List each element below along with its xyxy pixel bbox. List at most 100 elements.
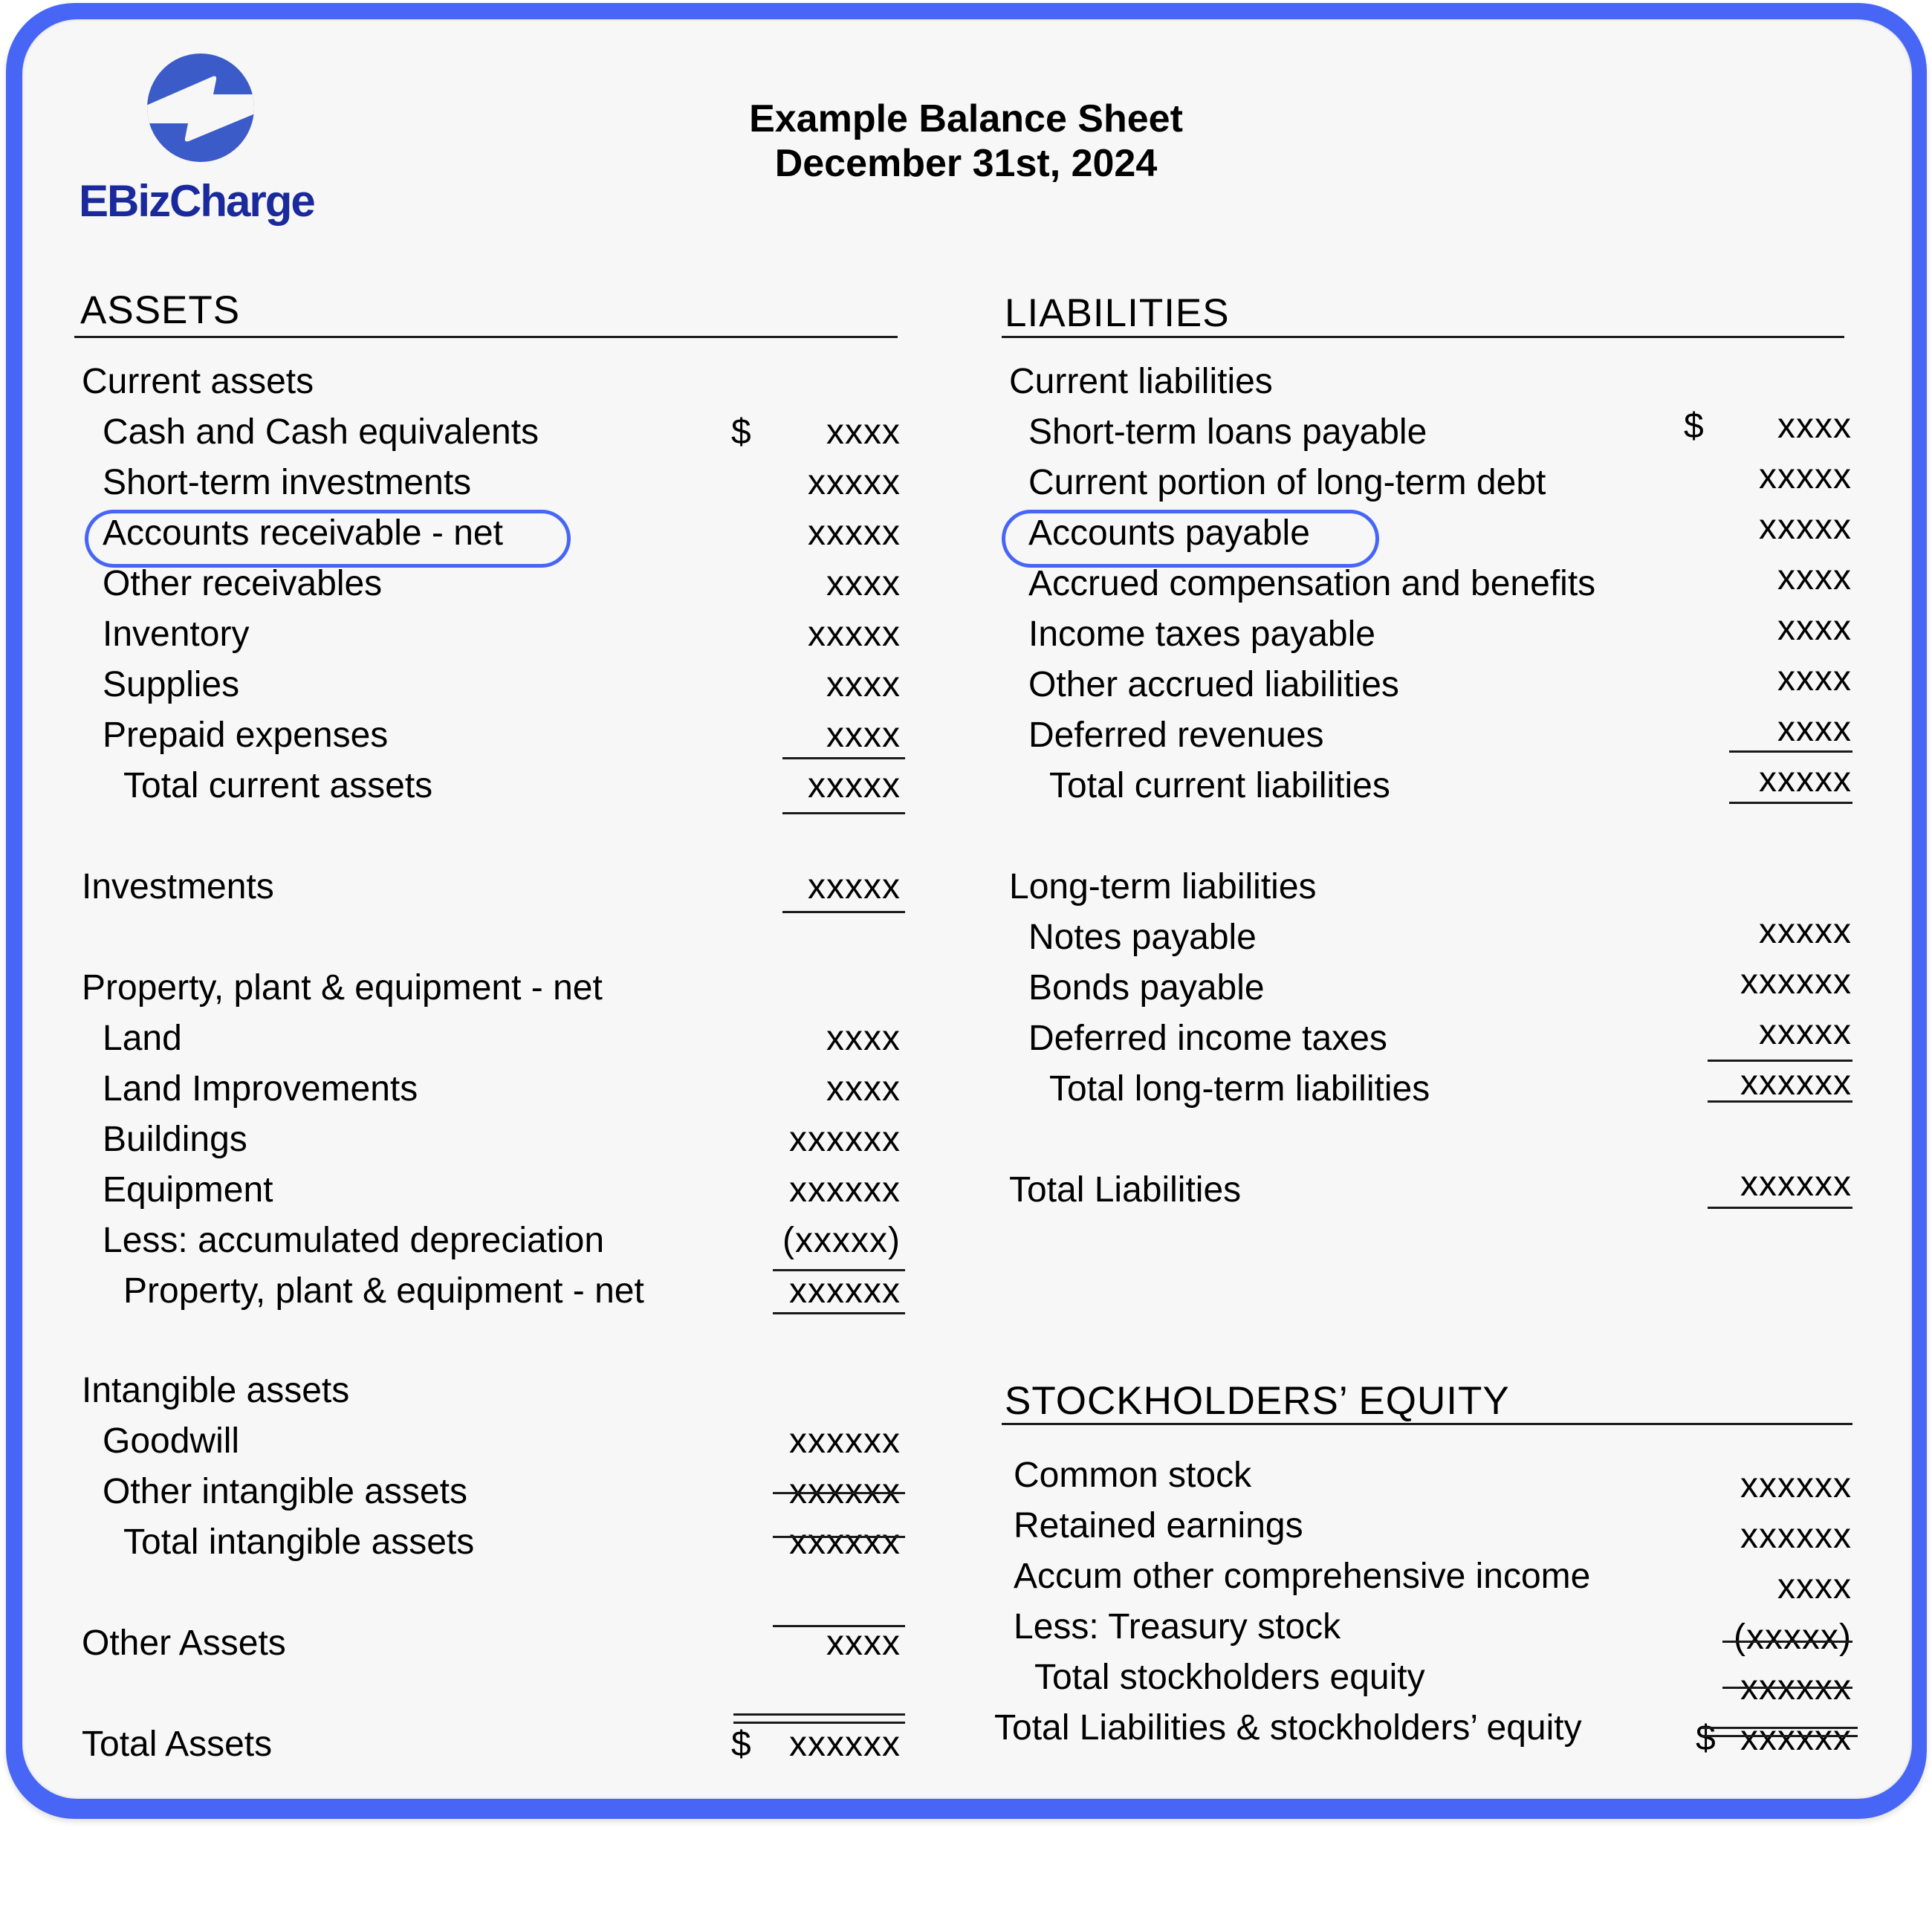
other-assets-value: xxxx — [826, 1623, 901, 1663]
total-current-assets-value: xxxxx — [808, 766, 901, 805]
liability-row-label: Bonds payable — [1028, 968, 1265, 1008]
asset-row-label: Land Improvements — [103, 1069, 418, 1109]
ppe-total-label: Property, plant & equipment - net — [123, 1271, 644, 1311]
asset-row-label: Inventory — [103, 614, 250, 654]
ppe-total-value: xxxxxx — [789, 1271, 901, 1311]
total-current-liabilities-value: xxxxx — [1759, 760, 1852, 799]
total-long-term-liabilities-value: xxxxxx — [1740, 1063, 1852, 1103]
subtotal-underline — [1708, 1060, 1852, 1062]
equity-row-value: xxxxxx — [1740, 1466, 1852, 1505]
liability-row-label-highlighted: Accounts payable — [1028, 513, 1310, 553]
grand-total-value: xxxxxx — [1740, 1719, 1852, 1758]
asset-row-value: xxxx — [826, 412, 901, 452]
current-assets-label: Current assets — [82, 362, 314, 401]
asset-row-label: Short-term investments — [103, 463, 472, 502]
asset-row-label: Cash and Cash equivalents — [103, 412, 539, 452]
total-underline — [773, 1312, 905, 1314]
liability-row-value: xxxxx — [1759, 1013, 1852, 1052]
asset-row-label: Other receivables — [103, 564, 383, 603]
subtotal-underline — [782, 757, 905, 759]
title-text: Example Balance Sheet — [749, 97, 1183, 140]
asset-row-label: Other intangible assets — [103, 1472, 467, 1511]
brand-name: EBizCharge — [79, 176, 316, 226]
liabilities-heading: LIABILITIES — [1005, 291, 1230, 335]
title-date: December 31st, 2024 — [774, 142, 1158, 185]
asset-row-value: xxxx — [826, 564, 901, 603]
equity-heading-rule — [1002, 1423, 1852, 1425]
total-intangible-value: xxxxxx — [789, 1522, 901, 1562]
equity-row-label: Common stock — [1014, 1456, 1252, 1495]
subtotal-underline — [1729, 750, 1852, 753]
asset-row-value: xxxxxx — [789, 1120, 901, 1159]
total-assets-value: xxxxxx — [789, 1725, 901, 1764]
current-liabilities-label: Current liabilities — [1009, 362, 1273, 401]
asset-row-value: xxxxxx — [789, 1421, 901, 1461]
currency-symbol: $ — [731, 1725, 751, 1764]
asset-row-value: xxxxx — [808, 614, 901, 654]
total-underline — [782, 812, 905, 814]
liability-row-value: xxxxx — [1759, 507, 1852, 547]
liability-row-value: xxxxxx — [1740, 962, 1852, 1002]
asset-row-label: Goodwill — [103, 1421, 240, 1461]
liability-row-label: Income taxes payable — [1028, 614, 1375, 654]
other-assets-label: Other Assets — [82, 1623, 286, 1663]
asset-row-value: xxxx — [826, 1019, 901, 1058]
equity-row-value: xxxxxx — [1740, 1516, 1852, 1556]
investments-label: Investments — [82, 867, 274, 906]
assets-heading: ASSETS — [80, 288, 241, 332]
liability-row-label: Current portion of long-term debt — [1028, 463, 1546, 502]
total-underline — [773, 1625, 905, 1627]
total-underline — [773, 1536, 905, 1538]
liability-row-label: Deferred revenues — [1028, 716, 1324, 755]
currency-symbol: $ — [1696, 1719, 1716, 1758]
liability-row-value: xxxx — [1777, 659, 1852, 698]
investments-value: xxxxx — [808, 867, 901, 906]
asset-row-value: xxxxxx — [789, 1170, 901, 1210]
grand-total-label: Total Liabilities & stockholders’ equity — [994, 1708, 1582, 1748]
liability-row-value: xxxx — [1777, 406, 1852, 446]
total-underline — [1729, 802, 1852, 804]
double-underline-top — [733, 1713, 905, 1716]
currency-symbol: $ — [1684, 406, 1704, 446]
ppe-label: Property, plant & equipment - net — [82, 968, 603, 1008]
assets-heading-rule — [74, 336, 898, 338]
subtotal-underline — [773, 1492, 905, 1494]
asset-row-value: (xxxxx) — [782, 1221, 901, 1260]
intangible-assets-label: Intangible assets — [82, 1371, 350, 1410]
subtotal-underline — [1722, 1641, 1852, 1643]
liability-row-value: xxxxx — [1759, 457, 1852, 496]
asset-row-label: Land — [103, 1019, 182, 1058]
liability-row-value: xxxx — [1777, 609, 1852, 648]
equity-row-label: Retained earnings — [1014, 1506, 1303, 1545]
asset-row-value: xxxxx — [808, 463, 901, 502]
double-underline-bottom — [733, 1722, 905, 1724]
asset-row-label-highlighted: Accounts receivable - net — [103, 513, 503, 553]
equity-row-label: Less: Treasury stock — [1014, 1607, 1341, 1647]
double-underline-top — [1702, 1727, 1858, 1729]
total-current-liabilities-label: Total current liabilities — [1049, 766, 1390, 805]
liability-row-label: Short-term loans payable — [1028, 412, 1427, 452]
total-underline — [1708, 1100, 1852, 1103]
equity-row-label: Accum other comprehensive income — [1014, 1557, 1591, 1596]
asset-row-value: xxxx — [826, 716, 901, 755]
total-long-term-liabilities-label: Total long-term liabilities — [1049, 1069, 1430, 1109]
total-underline — [782, 911, 905, 913]
currency-symbol: $ — [731, 412, 751, 452]
equity-row-value: xxxx — [1777, 1567, 1852, 1606]
long-term-liabilities-label: Long-term liabilities — [1009, 867, 1317, 906]
liability-row-label: Other accrued liabilities — [1028, 665, 1399, 704]
liability-row-value: xxxx — [1777, 558, 1852, 597]
asset-row-label: Buildings — [103, 1120, 247, 1159]
asset-row-label: Prepaid expenses — [103, 716, 389, 755]
total-intangible-label: Total intangible assets — [123, 1522, 475, 1562]
liability-row-label: Deferred income taxes — [1028, 1019, 1387, 1058]
liability-row-value: xxxx — [1777, 710, 1852, 749]
double-underline-bottom — [1702, 1735, 1858, 1737]
liability-row-label: Notes payable — [1028, 918, 1257, 957]
asset-row-value: xxxx — [826, 665, 901, 704]
liability-row-label: Accrued compensation and benefits — [1028, 564, 1596, 603]
total-equity-label: Total stockholders equity — [1034, 1658, 1425, 1697]
total-liabilities-value: xxxxxx — [1740, 1164, 1852, 1204]
liabilities-heading-rule — [1002, 336, 1844, 338]
total-liabilities-label: Total Liabilities — [1009, 1170, 1242, 1210]
